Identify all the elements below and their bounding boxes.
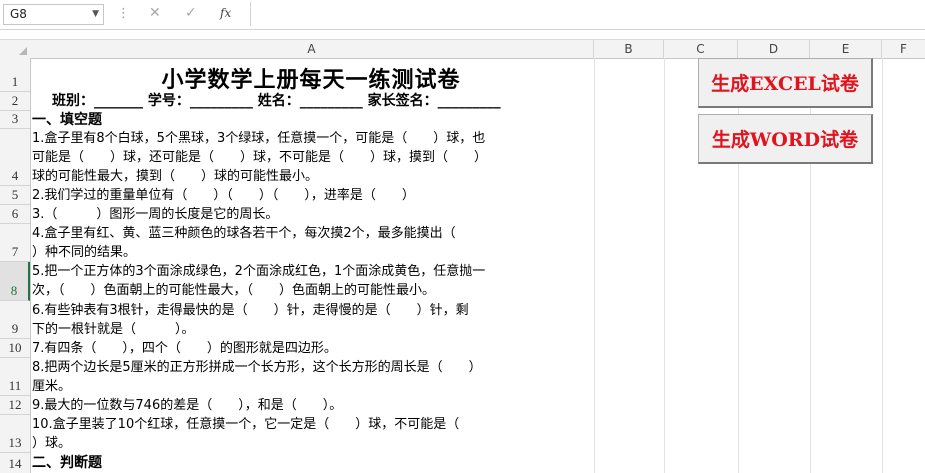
question-4-line-1: 4.盒子里有红、黄、蓝三种颜色的球各若干个，每次摸2个，最多能摸出（ <box>32 226 456 241</box>
question-1-line-2: 可能是（ ）球，还可能是（ ）球，不可能是（ ）球，摸到（ ） <box>32 150 488 165</box>
row-header-5[interactable]: 5 <box>0 186 30 205</box>
row-header-13[interactable]: 13 <box>0 415 30 453</box>
question-6-line-2: 下的一根针就是（ ）。 <box>32 322 195 337</box>
chevron-down-icon[interactable]: ▼ <box>92 5 99 24</box>
checkmark-icon[interactable]: ✓ <box>185 5 197 21</box>
question-8-line-2: 厘米。 <box>32 379 72 394</box>
row-header-11[interactable]: 11 <box>0 358 30 396</box>
row-header-14[interactable]: 14 <box>0 453 30 473</box>
column-header-c[interactable]: C <box>664 40 738 58</box>
row-header-7[interactable]: 7 <box>0 224 30 262</box>
student-info-line: 班别：_______ 学号：_________ 姓名：_________ 家长签… <box>52 93 501 109</box>
column-header-e[interactable]: E <box>810 40 882 58</box>
row-header-9[interactable]: 9 <box>0 301 30 339</box>
formula-input[interactable] <box>250 2 925 26</box>
row-header-6[interactable]: 6 <box>0 205 30 224</box>
question-1-line-3: 球的可能性最大，摸到（ ）球的可能性最小。 <box>32 169 319 184</box>
formula-bar: G8 ▼ ⋮ ✕ ✓ fx <box>0 0 925 30</box>
question-3: 3.（ ）图形一周的长度是它的周长。 <box>32 207 279 222</box>
question-9: 9.最大的一位数与746的差是（ ），和是（ ）。 <box>32 398 343 413</box>
section-true-false: 二、判断题 <box>32 455 102 471</box>
question-10-line-1: 10.盒子里装了10个红球，任意摸一个，它一定是（ ）球，不可能是（ <box>32 417 460 432</box>
row-header-3[interactable]: 3 <box>0 111 30 129</box>
row-header-8[interactable]: 8 <box>0 262 30 301</box>
more-options-icon[interactable]: ⋮ <box>117 6 130 21</box>
column-header-b[interactable]: B <box>594 40 664 58</box>
question-1-line-1: 1.盒子里有8个白球，5个黑球，3个绿球，任意摸一个，可能是（ ）球，也 <box>32 131 486 146</box>
name-box[interactable]: G8 ▼ <box>3 4 104 25</box>
column-header-a[interactable]: A <box>30 40 594 58</box>
row-header-bar: 1 2 3 4 5 6 7 8 9 10 11 12 13 14 <box>0 58 31 473</box>
section-fill-in: 一、填空题 <box>32 112 102 128</box>
sheet-title: 小学数学上册每天一练测试卷 <box>161 67 461 93</box>
row-header-1[interactable]: 1 <box>0 58 30 92</box>
column-header-d[interactable]: D <box>738 40 810 58</box>
column-header-f[interactable]: F <box>882 40 925 58</box>
question-10-line-2: ）球。 <box>32 436 72 451</box>
question-5-line-1: 5.把一个正方体的3个面涂成绿色，2个面涂成红色，1个面涂成黄色，任意抛一 <box>32 264 486 279</box>
question-4-line-2: ）种不同的结果。 <box>32 245 137 260</box>
row-header-2[interactable]: 2 <box>0 92 30 111</box>
question-5-line-2: 次，（ ）色面朝上的可能性最大，（ ）色面朝上的可能性最小。 <box>32 283 436 298</box>
select-all-corner[interactable] <box>0 40 30 58</box>
row-header-4[interactable]: 4 <box>0 129 30 186</box>
question-8-line-1: 8.把两个边长是5厘米的正方形拼成一个长方形，这个长方形的周长是（ ） <box>32 360 482 375</box>
row-header-12[interactable]: 12 <box>0 396 30 415</box>
generate-excel-button[interactable]: 生成EXCEL试卷 <box>698 58 873 108</box>
question-6-line-1: 6.有些钟表有3根针，走得最快的是（ ）针，走得慢的是（ ）针，剩 <box>32 303 469 318</box>
name-box-value: G8 <box>10 7 27 21</box>
column-header-bar: A B C D E F <box>0 39 925 59</box>
question-2: 2.我们学过的重量单位有（ ）（ ）（ ），进率是（ ） <box>32 188 415 203</box>
insert-function-icon[interactable]: fx <box>220 6 231 20</box>
row-header-10[interactable]: 10 <box>0 339 30 358</box>
close-icon[interactable]: ✕ <box>149 5 161 21</box>
generate-word-button[interactable]: 生成WORD试卷 <box>698 114 873 164</box>
question-7: 7.有四条（ ），四个（ ）的图形就是四边形。 <box>32 341 337 356</box>
